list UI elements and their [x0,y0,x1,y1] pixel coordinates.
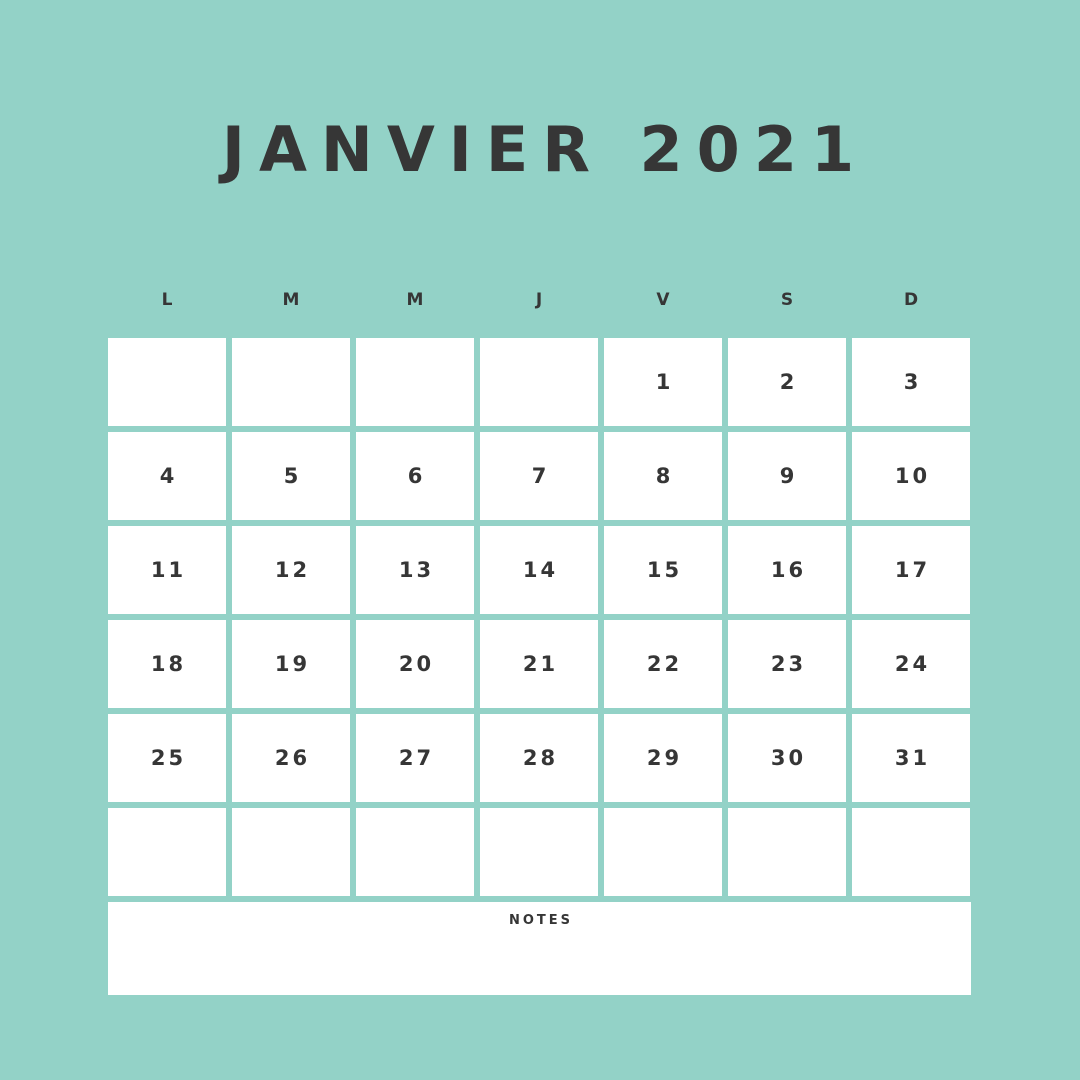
day-cell[interactable]: 12 [232,526,350,614]
weekday-tuesday: M [282,290,300,310]
weekday-friday: V [656,290,670,310]
day-cell[interactable]: 1 [604,338,722,426]
day-cell[interactable]: 19 [232,620,350,708]
day-number: 23 [770,652,807,676]
day-cell[interactable]: 26 [232,714,350,802]
day-number: 21 [522,652,559,676]
day-number: 16 [770,558,807,582]
day-cell[interactable]: 28 [480,714,598,802]
day-number: 20 [398,652,435,676]
day-number: 7 [531,464,550,488]
day-cell[interactable]: 9 [728,432,846,520]
day-cell[interactable]: 20 [356,620,474,708]
day-cell[interactable]: 10 [852,432,970,520]
day-cell[interactable] [356,338,474,426]
day-number: 19 [274,652,311,676]
day-number: 24 [894,652,931,676]
day-cell[interactable]: 22 [604,620,722,708]
weekday-sunday: D [903,290,919,310]
calendar-title: JANVIER 2021 [221,113,869,186]
day-cell[interactable]: 27 [356,714,474,802]
day-number: 10 [894,464,931,488]
day-cell[interactable] [480,338,598,426]
day-cell[interactable]: 2 [728,338,846,426]
day-number: 27 [398,746,435,770]
day-cell[interactable] [232,808,350,896]
day-cell[interactable] [108,338,226,426]
day-number: 13 [398,558,435,582]
weekday-thursday: J [535,290,543,310]
day-cell[interactable]: 15 [604,526,722,614]
day-number: 18 [150,652,187,676]
day-cell[interactable]: 17 [852,526,970,614]
day-number: 30 [770,746,807,770]
day-cell[interactable]: 8 [604,432,722,520]
day-cell[interactable]: 16 [728,526,846,614]
day-cell[interactable]: 31 [852,714,970,802]
day-number: 15 [646,558,683,582]
day-cell[interactable] [356,808,474,896]
day-cell[interactable] [108,808,226,896]
day-number: 17 [894,558,931,582]
day-cell[interactable]: 18 [108,620,226,708]
day-cell[interactable]: 29 [604,714,722,802]
day-cell[interactable]: 11 [108,526,226,614]
day-number: 1 [655,370,674,394]
day-cell[interactable]: 3 [852,338,970,426]
day-number: 6 [407,464,426,488]
day-number: 22 [646,652,683,676]
day-number: 3 [903,370,922,394]
day-cell[interactable] [480,808,598,896]
day-cell[interactable]: 24 [852,620,970,708]
day-cell[interactable]: 21 [480,620,598,708]
day-number: 8 [655,464,674,488]
day-number: 28 [522,746,559,770]
notes-label: NOTES [508,913,574,928]
day-number: 9 [779,464,798,488]
day-number: 29 [646,746,683,770]
day-number: 4 [159,464,178,488]
day-cell[interactable]: 4 [108,432,226,520]
day-cell[interactable] [604,808,722,896]
day-cell[interactable]: 5 [232,432,350,520]
weekday-saturday: S [780,290,794,310]
day-number: 12 [274,558,311,582]
day-cell[interactable]: 6 [356,432,474,520]
day-cell[interactable] [728,808,846,896]
day-number: 11 [150,558,187,582]
weekday-monday: L [161,290,173,310]
day-cell[interactable] [232,338,350,426]
day-number: 26 [274,746,311,770]
day-number: 2 [779,370,798,394]
day-cell[interactable]: 25 [108,714,226,802]
day-number: 25 [150,746,187,770]
notes-area[interactable]: NOTES [108,902,971,995]
day-cell[interactable] [852,808,970,896]
weekday-wednesday: M [406,290,424,310]
day-number: 14 [522,558,559,582]
day-number: 31 [894,746,931,770]
day-cell[interactable]: 13 [356,526,474,614]
day-number: 5 [283,464,302,488]
day-cell[interactable]: 30 [728,714,846,802]
day-cell[interactable]: 14 [480,526,598,614]
day-cell[interactable]: 23 [728,620,846,708]
day-cell[interactable]: 7 [480,432,598,520]
